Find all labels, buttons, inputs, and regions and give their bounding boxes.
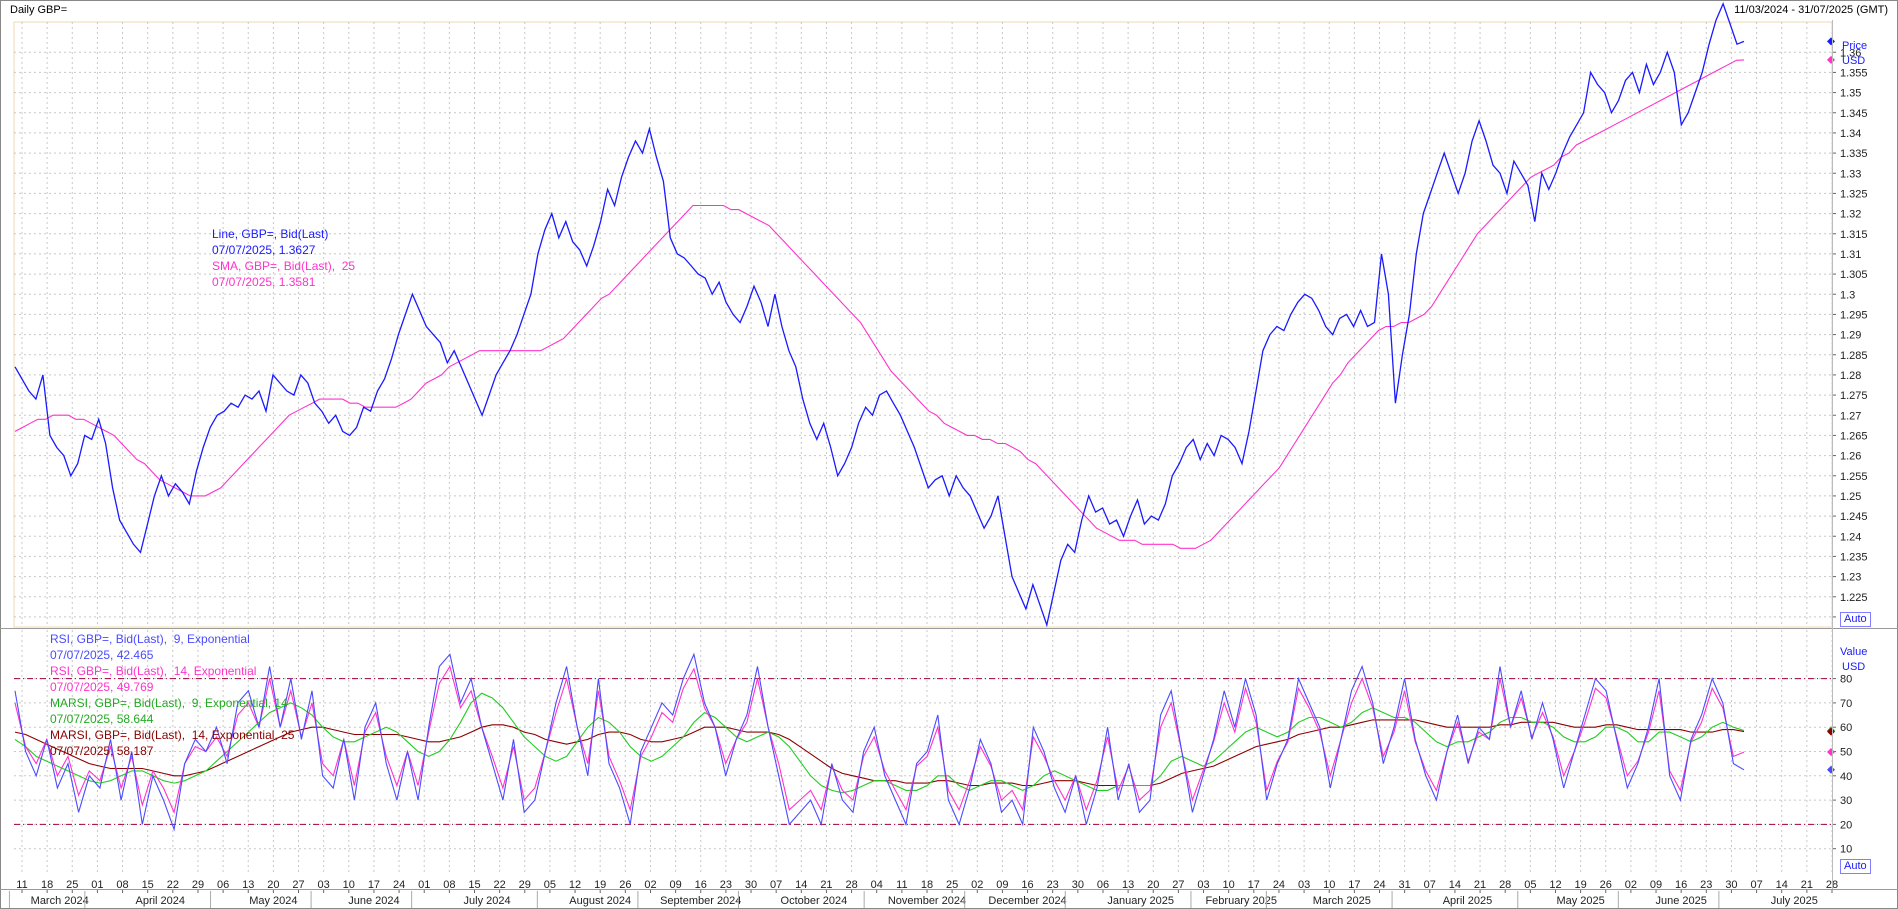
price-unit-title: Price bbox=[1842, 40, 1868, 52]
price-tick-label: 1.225 bbox=[1840, 592, 1868, 604]
x-month-label: April 2024 bbox=[135, 895, 185, 907]
rsi_panel-legend-entry: 07/07/2025, 58.644 bbox=[50, 712, 154, 726]
x-month-label: March 2024 bbox=[31, 895, 89, 907]
rsi-tick-label: 60 bbox=[1840, 722, 1852, 734]
rsi-tick-label: 40 bbox=[1840, 771, 1852, 783]
price-tick-label: 1.26 bbox=[1840, 451, 1861, 463]
price-tick-label: 1.305 bbox=[1840, 269, 1868, 281]
x-month-label: July 2024 bbox=[464, 895, 511, 907]
price-tick-label: 1.32 bbox=[1840, 209, 1861, 221]
rsi-legend: RSI, GBP=, Bid(Last), 9, Exponential 07/0… bbox=[50, 631, 294, 759]
price_panel-legend-entry: 07/07/2025, 1.3581 bbox=[212, 275, 316, 289]
price-tick-label: 1.355 bbox=[1840, 67, 1868, 79]
rsi_panel-legend-entry: MARSI, GBP=, Bid(Last), 9, Exponential, … bbox=[50, 696, 288, 710]
price-tick-label: 1.24 bbox=[1840, 531, 1861, 543]
rsi-tick-label: 10 bbox=[1840, 844, 1852, 856]
x-month-label: December 2024 bbox=[988, 895, 1066, 907]
price-tick-label: 1.34 bbox=[1840, 128, 1861, 140]
price-tick-label: 1.295 bbox=[1840, 309, 1868, 321]
price-tick-label: 1.35 bbox=[1840, 88, 1861, 100]
price-tick-label: 1.345 bbox=[1840, 108, 1868, 120]
price-tick-label: 1.265 bbox=[1840, 430, 1868, 442]
x-month-label: August 2024 bbox=[569, 895, 631, 907]
price-tick-label: 1.3 bbox=[1840, 289, 1855, 301]
rsi-unit-title: Value bbox=[1840, 646, 1868, 658]
price-tick-label: 1.31 bbox=[1840, 249, 1861, 261]
rsi-tick-label: 50 bbox=[1840, 747, 1852, 759]
rsi14-last-marker bbox=[1827, 748, 1835, 757]
x-month-label: March 2025 bbox=[1313, 895, 1371, 907]
x-month-label: June 2024 bbox=[348, 895, 399, 907]
x-month-label: July 2025 bbox=[1771, 895, 1818, 907]
rsi_panel-legend-entry: RSI, GBP=, Bid(Last), 9, Exponential bbox=[50, 632, 250, 646]
x-month-label: September 2024 bbox=[660, 895, 741, 907]
price-unit: USD bbox=[1842, 55, 1866, 67]
x-month-label: November 2024 bbox=[888, 895, 966, 907]
rsi-unit: USD bbox=[1842, 661, 1866, 673]
price-tick-label: 1.245 bbox=[1840, 511, 1868, 523]
price_panel-legend-entry: Line, GBP=, Bid(Last) bbox=[212, 227, 329, 241]
date-range: 11/03/2024 - 31/07/2025 (GMT) bbox=[1734, 4, 1888, 16]
price-tick-label: 1.27 bbox=[1840, 410, 1861, 422]
price-panel: 1.221.2251.231.2351.241.2451.251.2551.26… bbox=[13, 2, 1868, 628]
price-tick-label: 1.325 bbox=[1840, 188, 1868, 200]
marsi14-last-marker bbox=[1827, 727, 1835, 736]
x-axis: 11 18 25 01 08 15 22 29 06 13 20 27 03 10 17 24 01 08 15 22… bbox=[8, 879, 1838, 909]
x-month-label: May 2024 bbox=[249, 895, 297, 907]
rsi_panel-legend-entry: 07/07/2025, 49.769 bbox=[50, 680, 154, 694]
price-tick-label: 1.33 bbox=[1840, 168, 1861, 180]
rsi-tick-label: 30 bbox=[1840, 795, 1852, 807]
price-tick-label: 1.235 bbox=[1840, 551, 1868, 563]
chart-title: Daily GBP= bbox=[10, 4, 68, 16]
x-month-label: May 2025 bbox=[1556, 895, 1604, 907]
rsi-tick-label: 70 bbox=[1840, 698, 1852, 710]
price-tick-label: 1.28 bbox=[1840, 370, 1861, 382]
price-legend: Line, GBP=, Bid(Last) 07/07/2025, 1.3627 S… bbox=[212, 226, 355, 290]
x-month-label: June 2025 bbox=[1655, 895, 1706, 907]
rsi_panel-legend-entry: 07/07/2025, 58.187 bbox=[50, 744, 154, 758]
price-tick-label: 1.23 bbox=[1840, 572, 1861, 584]
x-month-label: January 2025 bbox=[1107, 895, 1174, 907]
rsi-tick-label: 20 bbox=[1840, 819, 1852, 831]
price-tick-label: 1.255 bbox=[1840, 471, 1868, 483]
rsi-auto-button[interactable]: Auto bbox=[1840, 859, 1871, 874]
price_panel-legend-entry: 07/07/2025, 1.3627 bbox=[212, 243, 316, 257]
price-tick-label: 1.335 bbox=[1840, 148, 1868, 160]
chart-canvas: 1.221.2251.231.2351.241.2451.251.2551.26… bbox=[0, 0, 1898, 909]
price-tick-label: 1.315 bbox=[1840, 229, 1868, 241]
price-auto-button[interactable]: Auto bbox=[1840, 612, 1871, 627]
x-month-label: April 2025 bbox=[1443, 895, 1493, 907]
price-tick-label: 1.275 bbox=[1840, 390, 1868, 402]
rsi_panel-legend-entry: RSI, GBP=, Bid(Last), 14, Exponential bbox=[50, 664, 257, 678]
sma-last-marker bbox=[1827, 55, 1835, 64]
rsi9-last-marker bbox=[1827, 765, 1835, 774]
rsi-tick-label: 80 bbox=[1840, 674, 1852, 686]
price-last-marker bbox=[1827, 37, 1835, 46]
price-tick-label: 1.285 bbox=[1840, 350, 1868, 362]
price-tick-label: 1.25 bbox=[1840, 491, 1861, 503]
price_panel-legend-entry: SMA, GBP=, Bid(Last), 25 bbox=[212, 259, 356, 273]
x-month-label: October 2024 bbox=[781, 895, 848, 907]
rsi_panel-legend-entry: 07/07/2025, 42.465 bbox=[50, 648, 154, 662]
rsi_panel-legend-entry: MARSI, GBP=, Bid(Last), 14, Exponential,… bbox=[50, 728, 295, 742]
price-tick-label: 1.29 bbox=[1840, 330, 1861, 342]
